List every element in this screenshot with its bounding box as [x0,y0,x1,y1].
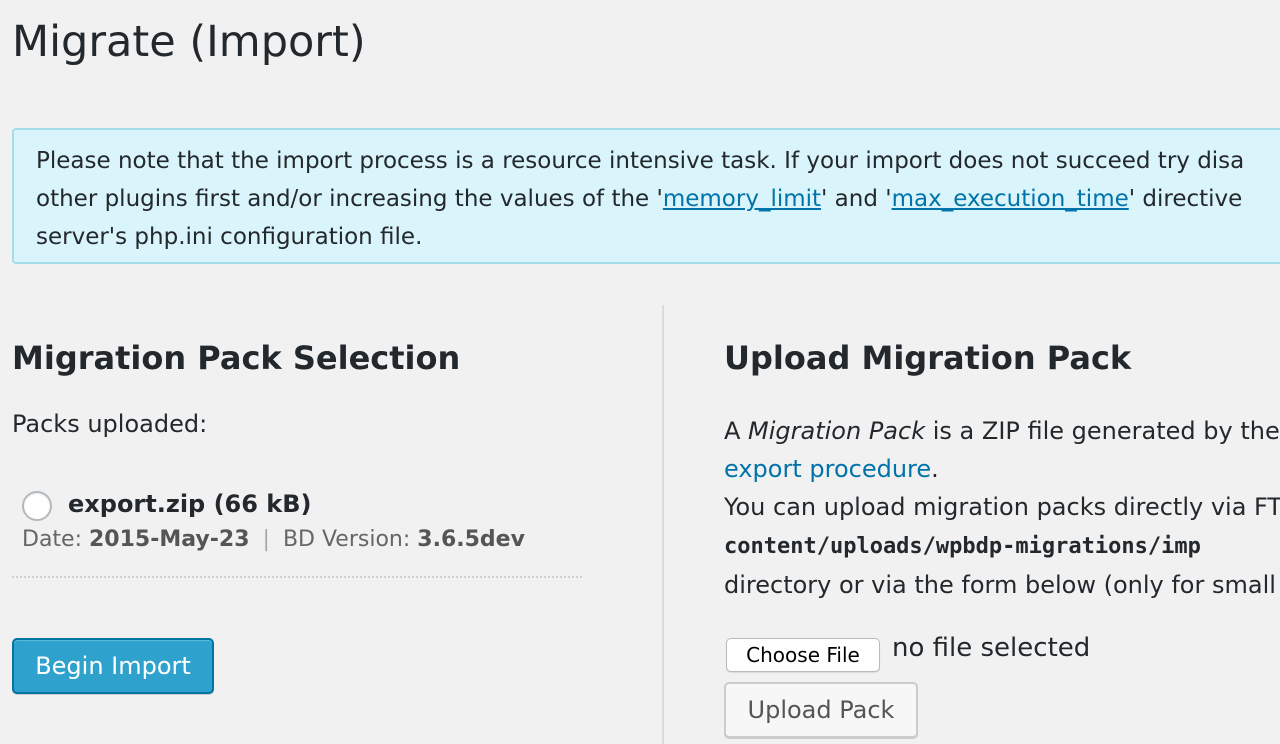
pack-date: 2015-May-23 [89,527,250,552]
notice-text: Please note that the import process is a… [36,142,1280,256]
notice-text-segment: ' directive [1128,186,1243,212]
pack-meta: Date: 2015-May-23 | BD Version: 3.6.5dev [22,527,525,552]
export-procedure-link[interactable]: export procedure [724,455,931,483]
migration-pack-selection-title: Migration Pack Selection [12,339,461,377]
packs-uploaded-label: Packs uploaded: [12,410,208,438]
upload-desc-line-2: export procedure. [724,450,1280,488]
migrate-import-page: Migrate (Import) Please note that the im… [0,0,1280,744]
notice-line-1: Please note that the import process is a… [36,148,1245,174]
pack-version-label: BD Version: [282,527,411,552]
upload-desc-line-5: directory or via the form below (only fo… [724,571,1276,599]
begin-import-button[interactable]: Begin Import [12,638,214,694]
memory-limit-link[interactable]: memory_limit [663,186,821,212]
max-execution-time-link[interactable]: max_execution_time [892,186,1129,212]
migration-pack-term: Migration Pack [748,417,926,445]
choose-file-button[interactable]: Choose File [726,638,880,672]
page-title: Migrate (Import) [12,17,366,67]
notice-text-segment: other plugins first and/or increasing th… [36,186,663,212]
upload-desc-line-4: content/uploads/wpbdp-migrations/imp [724,526,1280,566]
desc-text: . [931,455,939,483]
pack-version: 3.6.5dev [417,527,525,552]
notice-text-segment: ' and ' [821,186,892,212]
desc-text: is a ZIP file generated by the r [925,417,1280,445]
upload-migration-pack-title: Upload Migration Pack [724,339,1132,377]
pack-meta-separator: | [262,527,270,552]
upload-desc-line-3: You can upload migration packs directly … [724,493,1280,521]
migrations-path: content/uploads/wpbdp-migrations/imp [724,534,1201,559]
upload-description: A Migration Pack is a ZIP file generated… [724,412,1280,604]
pack-divider [12,576,582,578]
desc-text: A [724,417,749,445]
notice-line-2: other plugins first and/or increasing th… [36,180,1280,218]
notice-line-3: server's php.ini configuration file. [36,224,423,250]
upload-pack-button[interactable]: Upload Pack [724,682,918,738]
column-divider [662,305,664,744]
upload-desc-line-1: A Migration Pack is a ZIP file generated… [724,412,1280,450]
pack-name: export.zip (66 kB) [68,490,312,518]
pack-date-label: Date: [22,527,82,552]
file-status: no file selected [892,633,1091,663]
resource-notice: Please note that the import process is a… [12,128,1280,264]
pack-radio-button[interactable] [22,491,52,521]
